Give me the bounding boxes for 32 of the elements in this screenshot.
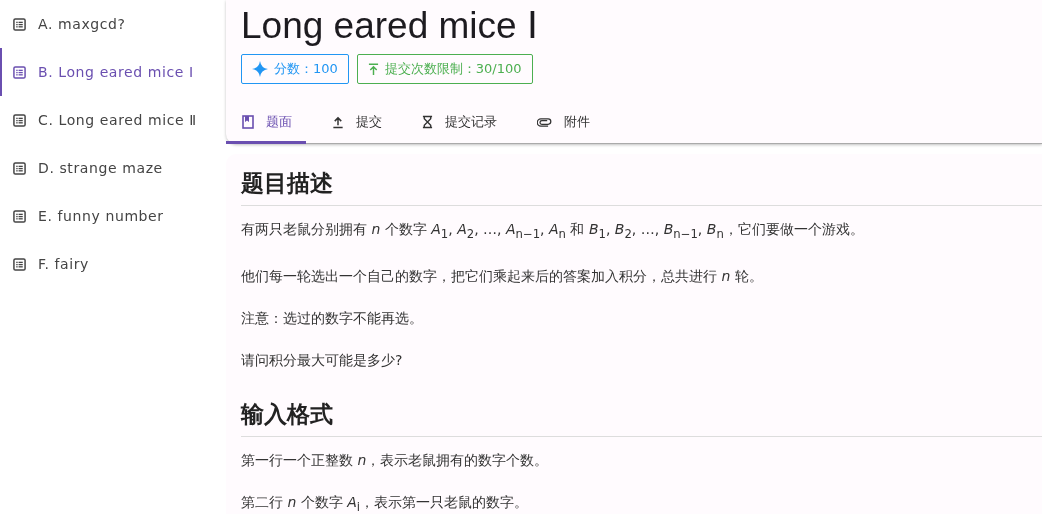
paperclip-icon [537,117,552,127]
paragraph: 有两只老鼠分别拥有 n 个数字 A$_{1}$, A$_{2}$, …, A$_{n−1}$, A$_{n}$ 和 B$_{1}$, B$_{2}$, …, B$_{n−1}$, B$_{n}$，它们要做一个游戏。 [241,220,865,243]
tab[interactable]: 提交 [316,103,396,144]
tab[interactable]: 题面 [226,103,306,144]
section-heading: 题目描述 [241,168,1042,206]
problem-title: Long eared mice Ⅰ [241,4,539,48]
list-icon [13,209,26,223]
paragraph: 他们每一轮选出一个自己的数字，把它们乘起来后的答案加入积分，总共进行 n 轮。 [241,266,764,286]
sparkle-icon [252,61,268,77]
problem-list-item[interactable]: D. strange maze [0,144,226,192]
problem-list-item[interactable]: C. Long eared mice Ⅱ [0,96,226,144]
section-heading: 输入格式 [241,398,1042,437]
list-icon [13,17,26,31]
bookmark-icon [242,115,254,129]
list-icon [13,161,26,175]
tag: 分数：100 [241,54,349,84]
tab[interactable]: 附件 [521,103,604,144]
list-icon [13,113,26,127]
problem-list-item[interactable]: E. funny number [0,192,226,240]
problem-list-item[interactable]: F. fairy [0,240,226,288]
upload-arrow-icon [367,62,379,76]
tab[interactable]: 提交记录 [406,103,511,144]
paragraph: 请问积分最大可能是多少? [241,350,404,370]
list-icon [13,65,26,79]
paragraph: 第二行 n 个数字 A$_{i}$，表示第一只老鼠的数字。 [241,492,530,514]
problem-list-item[interactable]: A. maxgcd? [0,0,226,48]
list-icon [13,257,26,271]
tag: 提交次数限制：30/100 [356,54,533,84]
hourglass-icon [422,115,433,129]
paragraph: 第一行一个正整数 n，表示老鼠拥有的数字个数。 [241,450,550,470]
upload-icon [332,115,344,129]
paragraph: 注意：选过的数字不能再选。 [241,308,424,328]
